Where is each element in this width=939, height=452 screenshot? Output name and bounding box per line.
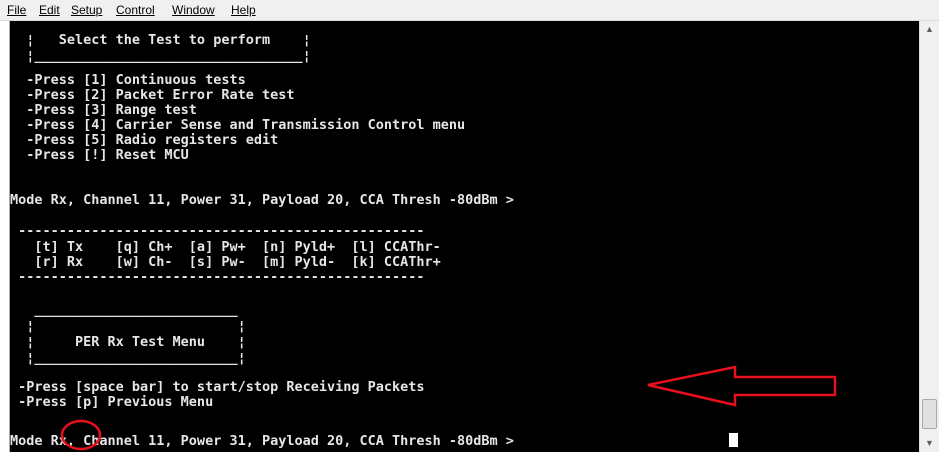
red-arrow-annotation [647,365,837,407]
red-circle-annotation [60,419,102,451]
annotation-overlay [60,365,837,451]
